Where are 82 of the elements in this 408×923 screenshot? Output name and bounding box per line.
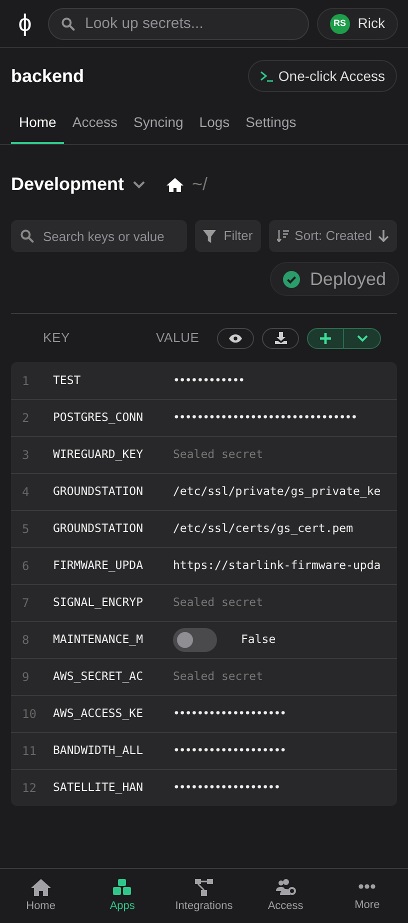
- nav-item[interactable]: Home: [0, 869, 82, 923]
- tab[interactable]: Settings: [238, 106, 304, 144]
- tab[interactable]: Home: [11, 106, 64, 144]
- nav-item[interactable]: Access: [244, 869, 326, 923]
- key-cell-text: MAINTENANCE_M: [53, 631, 144, 648]
- chevron-down-icon: [356, 334, 368, 342]
- row-number: 9: [21, 669, 30, 686]
- row-number: 10: [21, 706, 38, 723]
- search-icon: [60, 16, 76, 32]
- user-name: Rick: [358, 14, 385, 33]
- sort-icon: [276, 230, 289, 242]
- key-cell-text: FIRMWARE_UPDA: [53, 557, 144, 574]
- row-number: 8: [21, 632, 30, 649]
- tab[interactable]: Syncing: [125, 106, 192, 144]
- apps-icon: [112, 878, 132, 896]
- nav-item[interactable]: Integrations: [163, 869, 245, 923]
- row-number: 1: [21, 372, 30, 390]
- value-cell-text: https://starlink-firmware-upda: [173, 557, 381, 574]
- status-badge: Deployed: [270, 262, 399, 296]
- key-cell-text: WIREGUARD_KEY: [53, 446, 144, 464]
- search-field[interactable]: Look up secrets...: [48, 8, 309, 40]
- reveal-button[interactable]: [217, 328, 254, 348]
- key-cell-text: TEST: [53, 372, 82, 389]
- access-icon: [276, 878, 296, 896]
- download-button[interactable]: [262, 328, 300, 348]
- environment-dropdown[interactable]: Development: [11, 171, 146, 198]
- masked-value: ••••••••••••••••••: [173, 779, 280, 796]
- integrations-icon: [194, 878, 214, 896]
- sealed-value: Sealed secret: [173, 594, 264, 612]
- logo[interactable]: ϕ: [10, 6, 40, 42]
- key-cell-text: BANDWIDTH_ALL: [53, 742, 144, 760]
- row-number: 6: [21, 558, 30, 575]
- masked-value: •••••••••••••••••••: [173, 742, 286, 760]
- sealed-value: Sealed secret: [173, 668, 264, 686]
- row-number: 12: [21, 780, 38, 797]
- value-cell-text: /etc/ssl/certs/gs_cert.pem: [173, 520, 354, 538]
- tab[interactable]: Access: [64, 106, 126, 144]
- more-icon: [357, 884, 378, 890]
- key-cell-text: AWS_ACCESS_KE: [53, 705, 144, 722]
- toggle-switch[interactable]: [173, 628, 217, 652]
- column-header: VALUE: [156, 329, 200, 348]
- row-number: 3: [21, 447, 30, 464]
- user-menu[interactable]: RS Rick: [316, 8, 398, 40]
- key-cell-text: GROUNDSTATION: [53, 483, 144, 500]
- sort-button[interactable]: Sort: Created: [268, 220, 397, 252]
- masked-value: •••••••••••••••••••••••••••••••: [173, 409, 357, 426]
- row-number: 11: [21, 743, 38, 760]
- value-cell-text: /etc/ssl/private/gs_private_ke: [173, 483, 381, 500]
- chevron-down-icon: [132, 180, 146, 190]
- funnel-icon: [202, 230, 216, 242]
- key-cell-text: SIGNAL_ENCRYP: [53, 594, 144, 612]
- home-icon: [30, 878, 51, 896]
- key-cell-text: SATELLITE_HAN: [53, 779, 144, 796]
- key-cell-text: GROUNDSTATION: [53, 520, 144, 538]
- arrow-down-icon: [378, 230, 389, 242]
- row-number: 2: [21, 410, 30, 427]
- search-field[interactable]: Search keys or value: [11, 220, 187, 252]
- path-text: ~/: [192, 173, 208, 196]
- row-number: 5: [21, 521, 30, 538]
- column-header: KEY: [43, 329, 71, 348]
- download-icon: [274, 332, 287, 344]
- key-cell-text: AWS_SECRET_AC: [53, 668, 144, 686]
- row-number: 7: [21, 595, 30, 612]
- avatar: RS: [330, 14, 350, 34]
- nav-item[interactable]: Apps: [82, 869, 164, 923]
- tab[interactable]: Logs: [191, 106, 238, 144]
- masked-value: ••••••••••••: [173, 372, 244, 389]
- filter-button[interactable]: Filter: [194, 220, 261, 252]
- plus-icon: [320, 332, 332, 344]
- one-click-access-button[interactable]: One-click Access: [248, 60, 397, 92]
- search-icon: [19, 228, 35, 244]
- nav-item[interactable]: More: [326, 869, 408, 923]
- terminal-icon: [260, 70, 274, 82]
- key-cell-text: POSTGRES_CONN: [53, 409, 144, 426]
- app-title: backend: [11, 64, 84, 88]
- masked-value: •••••••••••••••••••: [173, 705, 286, 722]
- home-icon: [166, 176, 184, 192]
- eye-icon: [229, 334, 242, 342]
- row-number: 4: [21, 484, 30, 501]
- check-circle-icon: [282, 270, 300, 288]
- sealed-value: Sealed secret: [173, 446, 264, 464]
- value-cell-text: False: [241, 631, 276, 648]
